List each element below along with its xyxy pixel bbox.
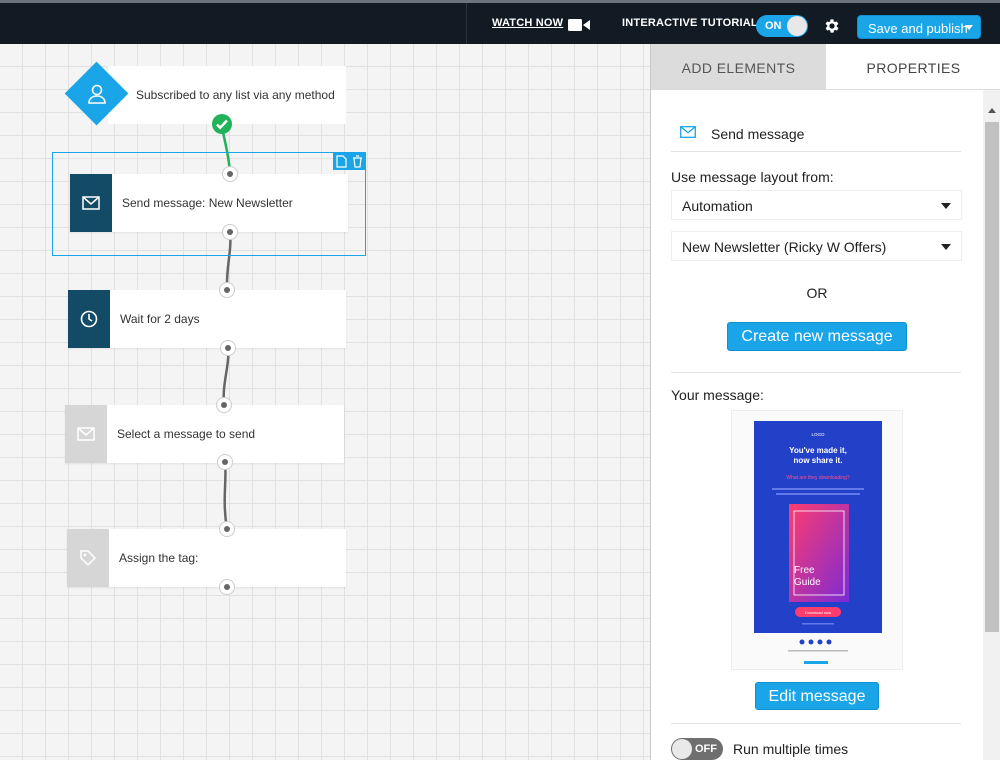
trigger-label: Subscribed to any list via any method [136, 88, 335, 102]
node-label: Select a message to send [117, 427, 256, 441]
preview-logo: LOGO [811, 432, 825, 437]
node-label: Assign the tag: [119, 551, 199, 565]
node-tools [333, 153, 365, 170]
run-multiple-toggle-label: OFF [695, 743, 717, 755]
send-message-node[interactable]: Send message: New Newsletter [70, 174, 348, 232]
your-message-label: Your message: [671, 387, 764, 403]
divider [671, 723, 961, 724]
node-icon-box [70, 174, 112, 232]
toggle-knob [672, 739, 692, 759]
node-label: Send message: New Newsletter [122, 196, 293, 210]
connector-dot[interactable] [219, 579, 235, 595]
node-label: Wait for 2 days [120, 312, 200, 326]
properties-panel: ADD ELEMENTS PROPERTIES Send message Use… [650, 44, 1000, 760]
layout-source-select[interactable]: Automation [671, 190, 962, 220]
connector-dot[interactable] [217, 454, 233, 470]
preview-guide-2: Guide [794, 577, 821, 588]
message-select[interactable]: New Newsletter (Ricky W Offers) [671, 231, 962, 261]
node-icon-box [68, 290, 110, 348]
publish-label: Save and publish [868, 21, 968, 36]
layout-source-label: Use message layout from: [671, 169, 834, 185]
panel-title: Send message [711, 126, 805, 142]
connector-dot[interactable] [220, 340, 236, 356]
panel-tabs: ADD ELEMENTS PROPERTIES [651, 44, 1000, 90]
preview-cta: Download now [805, 610, 831, 615]
divider [671, 151, 961, 152]
tab-add-elements[interactable]: ADD ELEMENTS [651, 44, 826, 90]
select-message-node[interactable]: Select a message to send [65, 405, 344, 463]
connector-dot[interactable] [222, 166, 238, 182]
chevron-down-icon [965, 25, 973, 30]
divider [671, 372, 961, 373]
connector-dot[interactable] [219, 282, 235, 298]
preview-subhead: What are they downloading? [786, 475, 850, 481]
trash-icon[interactable] [352, 155, 363, 168]
layout-source-value: Automation [682, 198, 753, 214]
edit-message-button[interactable]: Edit message [755, 682, 879, 710]
caret-down-icon [941, 203, 951, 209]
node-icon-box [67, 529, 109, 587]
run-multiple-toggle[interactable]: OFF [671, 738, 723, 760]
tab-properties[interactable]: PROPERTIES [826, 44, 1000, 90]
scroll-up-arrow-icon[interactable] [988, 108, 996, 113]
run-multiple-label: Run multiple times [733, 741, 849, 757]
gear-icon[interactable] [823, 17, 841, 35]
tutorial-toggle-label: ON [765, 20, 782, 32]
envelope-icon [77, 427, 95, 441]
create-new-message-button[interactable]: Create new message [727, 322, 907, 351]
toggle-knob [787, 16, 807, 36]
panel-scrollbar-thumb[interactable] [985, 122, 999, 632]
envelope-icon [82, 196, 100, 210]
connector-dot[interactable] [216, 397, 232, 413]
message-preview[interactable]: LOGO You've made it, now share it. What … [731, 410, 903, 670]
clock-icon [80, 310, 98, 328]
tag-icon [80, 550, 97, 567]
wait-node[interactable]: Wait for 2 days [68, 290, 346, 348]
message-select-value: New Newsletter (Ricky W Offers) [682, 239, 887, 255]
caret-down-icon [941, 244, 951, 250]
or-separator: OR [806, 285, 828, 301]
copy-icon[interactable] [336, 155, 347, 168]
preview-headline-2: now share it. [794, 456, 843, 465]
user-icon [88, 84, 106, 104]
preview-headline-1: You've made it, [789, 446, 847, 455]
save-and-publish-button[interactable]: Save and publish [857, 15, 981, 39]
connector-dot[interactable] [222, 224, 238, 240]
node-icon-box [65, 405, 107, 463]
success-check-icon [212, 114, 232, 134]
preview-guide-1: Free [794, 565, 815, 576]
assign-tag-node[interactable]: Assign the tag: [67, 529, 346, 587]
envelope-icon [680, 126, 696, 138]
tutorial-toggle[interactable]: ON [756, 15, 808, 37]
connector-dot[interactable] [219, 521, 235, 537]
newsletter-thumbnail: LOGO You've made it, now share it. What … [732, 411, 902, 669]
